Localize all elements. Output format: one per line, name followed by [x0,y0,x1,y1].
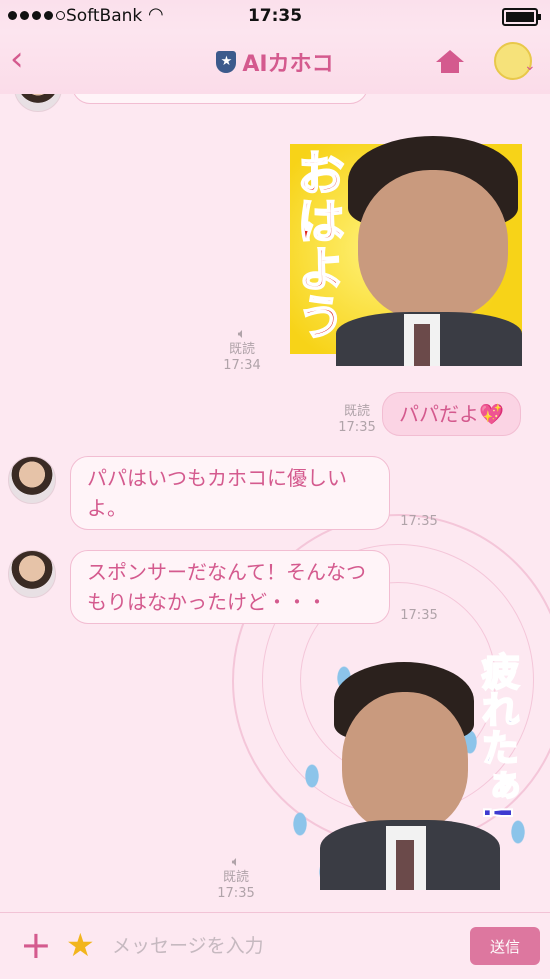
speaker-icon[interactable]: 🔈︎ [216,854,256,870]
message-meta: 🔈︎ 既読 17:35 [216,854,256,901]
sticker-text: 疲れたぁ! [474,651,520,822]
message-bubble-partial [72,94,368,104]
speaker-icon[interactable]: 🔈︎ [222,326,262,342]
status-time: 17:35 [247,6,303,26]
message-bubble-in[interactable]: パパはいつもカホコに優しいよ。 [70,456,390,530]
message-input[interactable] [110,927,454,965]
heart-emoji: 💖 [479,402,504,426]
sticker-tsukareta[interactable]: 疲れたぁ! [282,650,534,896]
sticker-text: おはよう [287,147,345,341]
message-meta: 🔈︎ 既読 17:34 [222,326,262,373]
star-icon[interactable]: ★ [66,927,95,963]
avatar[interactable] [8,456,56,504]
sticker-face [342,692,468,832]
avatar [14,94,62,112]
avatar[interactable] [8,550,56,598]
sticker-ohayo[interactable]: おはよう [284,134,526,366]
message-time: 17:35 [400,514,438,529]
message-time: 17:35 [400,608,438,623]
message-bubble-in[interactable]: スポンサーだなんて！そんなつもりはなかったけど・・・ [70,550,390,624]
header-title-group: ★ AIカホコ [0,46,550,78]
status-bar: SoftBank ◠ 17:35 [0,0,550,32]
send-button[interactable]: 送信 [470,927,540,965]
home-button[interactable] [436,50,464,74]
message-bubble-out[interactable]: パパだよ💖 [382,392,521,436]
page-title: AIカホコ [242,52,334,77]
battery-icon [502,8,541,26]
sticker-face [358,170,508,320]
header: ‹ ★ AIカホコ ⌄ [0,32,550,95]
chevron-down-icon[interactable]: ⌄ [524,58,536,74]
plus-icon[interactable]: + [20,925,52,965]
message-composer: + ★ 送信 [0,912,550,979]
message-meta: 既読 17:35 [338,404,376,435]
chat-area[interactable]: おはよう 🔈︎ 既読 17:34 既読 17:35 パパだよ💖 パパはいつもカホ… [0,94,550,912]
shield-star-icon: ★ [216,51,237,73]
